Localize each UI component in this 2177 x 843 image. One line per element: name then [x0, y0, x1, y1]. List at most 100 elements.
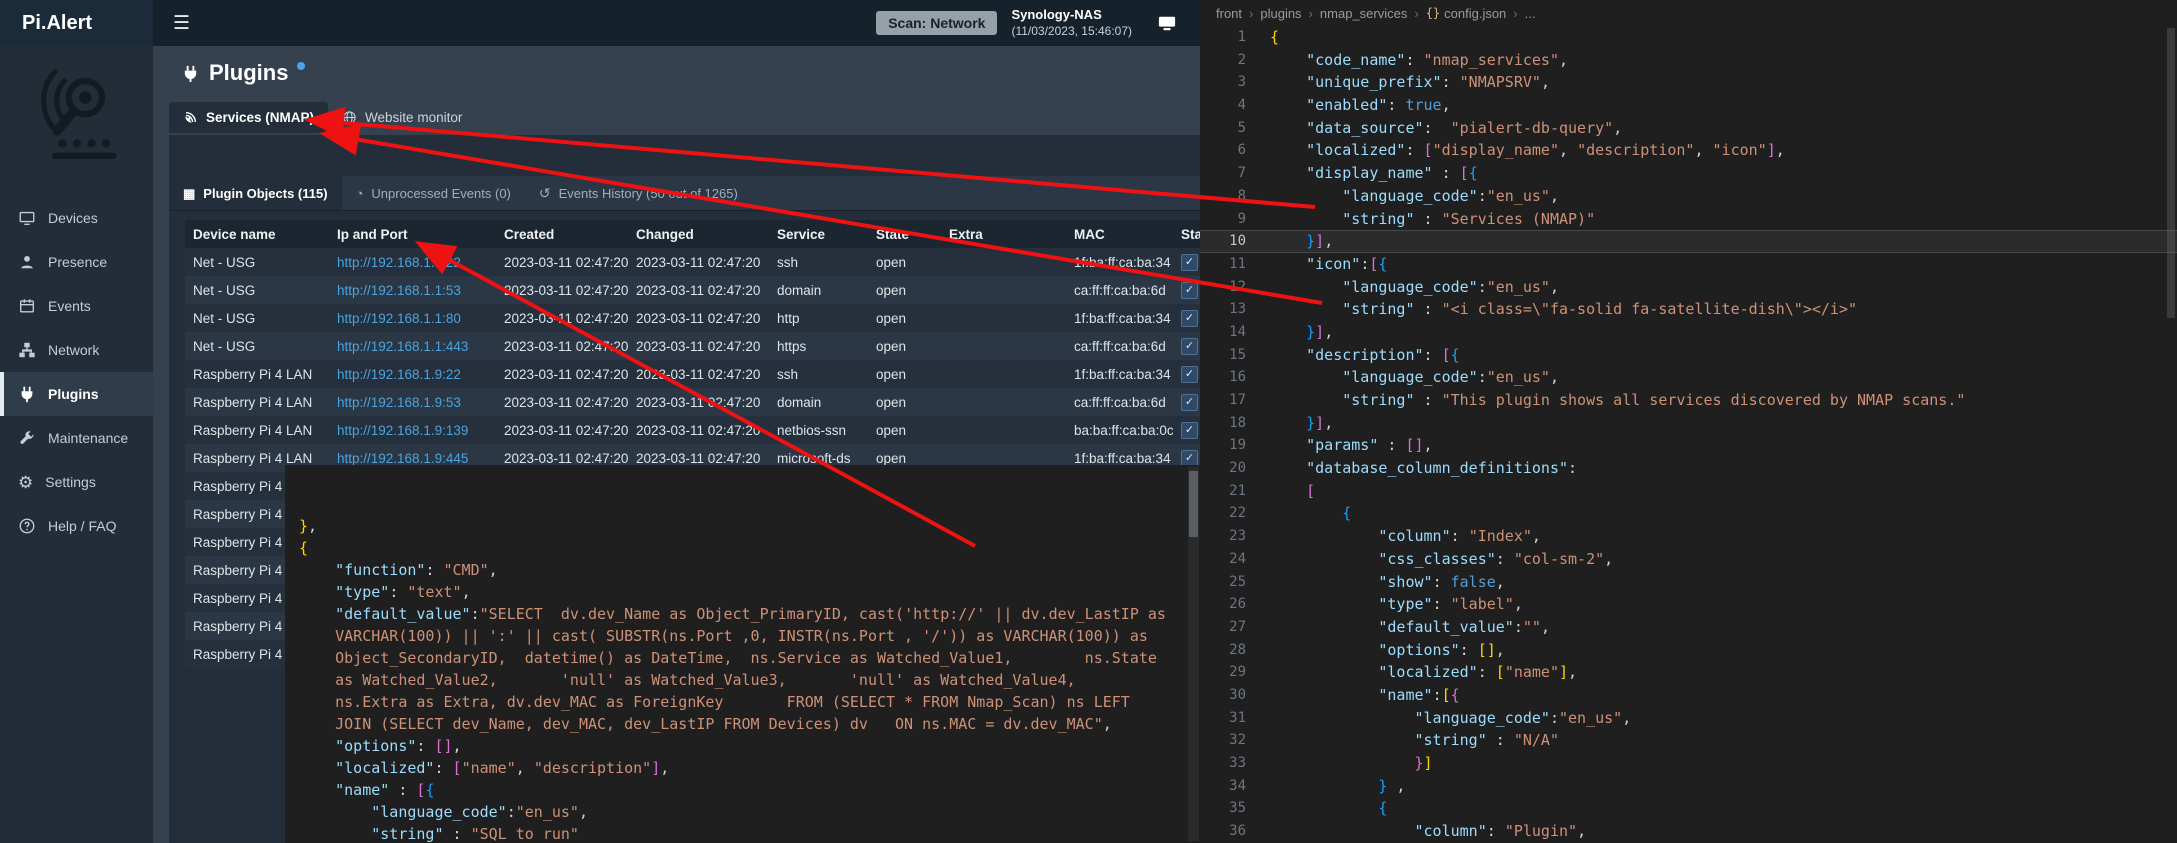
- status-cell: ✓: [1173, 338, 1200, 355]
- page-header: Plugins: [153, 46, 1200, 90]
- screen: { "topbar": { "brand": "Pi.Alert", "menu…: [0, 0, 2177, 843]
- line-content: "database_column_definitions":: [1258, 457, 2177, 480]
- table-row: Net - USG http://192.168.1.1:443 2023-03-1…: [185, 332, 1200, 360]
- breadcrumb-item[interactable]: ...: [1525, 6, 1536, 21]
- editor-line: 18 }],: [1200, 412, 2177, 435]
- ip-port-link[interactable]: http://192.168.1.1:80: [337, 311, 461, 326]
- breadcrumb-item[interactable]: nmap_services: [1320, 6, 1407, 21]
- created-cell: 2023-03-11 02:47:20: [496, 395, 628, 410]
- service-cell: netbios-ssn: [769, 423, 868, 438]
- breadcrumb-item[interactable]: plugins: [1260, 6, 1301, 21]
- editor-scrollbar-thumb[interactable]: [2167, 28, 2175, 318]
- subtab-events-history-50-out-of-1265[interactable]: ↺Events History (50 out of 1265): [525, 176, 752, 210]
- panel-scrollbar[interactable]: [1188, 467, 1199, 841]
- column-header[interactable]: Service: [769, 227, 868, 242]
- mac-cell: ca:ff:ff:ca:ba:6d: [1066, 339, 1173, 354]
- sql-config-panel[interactable]: },{ "function": "CMD", "type": "text", "…: [285, 465, 1200, 843]
- sidebar-item-label: Settings: [45, 474, 96, 490]
- panel-code-line: JOIN (SELECT dev_Name, dev_MAC, dev_Last…: [299, 713, 1186, 735]
- editor-line: 12 "language_code":"en_us",: [1200, 276, 2177, 299]
- column-header[interactable]: Status: [1173, 227, 1200, 242]
- mac-cell: ca:ff:ff:ca:ba:6d: [1066, 283, 1173, 298]
- column-header[interactable]: Ip and Port: [329, 227, 496, 242]
- column-header[interactable]: Extra: [941, 227, 1066, 242]
- row-checkbox[interactable]: ✓: [1181, 282, 1198, 299]
- column-header[interactable]: Device name: [185, 227, 329, 242]
- editor-line: 26 "type": "label",: [1200, 593, 2177, 616]
- changed-cell: 2023-03-11 02:47:20: [628, 339, 769, 354]
- line-content: "options": [],: [1258, 639, 2177, 662]
- ip-port-link[interactable]: http://192.168.1.9:22: [337, 367, 461, 382]
- table-row: Raspberry Pi 4 LANhttp://192.168.1.9:222…: [185, 360, 1200, 388]
- column-header[interactable]: Created: [496, 227, 628, 242]
- sidebar-item-events[interactable]: Events: [0, 284, 153, 328]
- device-name-cell: Net - USG: [185, 339, 329, 354]
- row-checkbox[interactable]: ✓: [1181, 338, 1198, 355]
- sidebar-item-maintenance[interactable]: Maintenance: [0, 416, 153, 460]
- panel-scrollbar-thumb[interactable]: [1189, 471, 1198, 537]
- editor-code-area[interactable]: 1{2 "code_name": "nmap_services",3 "uniq…: [1200, 26, 2177, 843]
- code-editor[interactable]: front›plugins›nmap_services›{}config.jso…: [1200, 0, 2177, 843]
- row-checkbox[interactable]: ✓: [1181, 366, 1198, 383]
- line-number: 20: [1200, 457, 1258, 480]
- status-cell: ✓: [1173, 282, 1200, 299]
- breadcrumb-separator: ›: [1414, 6, 1418, 21]
- sidebar-item-help-faq[interactable]: Help / FAQ: [0, 504, 153, 548]
- menu-toggle-icon[interactable]: ☰: [173, 12, 190, 35]
- line-content: "language_code":"en_us",: [1258, 185, 2177, 208]
- editor-line: 24 "css_classes": "col-sm-2",: [1200, 548, 2177, 571]
- maintenance-icon: [18, 429, 36, 447]
- host-info: Synology-NAS (11/03/2023, 15:46:07): [1011, 7, 1132, 39]
- device-name-cell: Raspberry Pi 4 LAN: [185, 451, 329, 466]
- line-content: }],: [1258, 412, 2177, 435]
- ip-port-cell: http://192.168.1.9:22: [329, 367, 496, 382]
- column-header[interactable]: MAC: [1066, 227, 1173, 242]
- editor-line: 7 "display_name" : [{: [1200, 162, 2177, 185]
- created-cell: 2023-03-11 02:47:20: [496, 311, 628, 326]
- subtab-unprocessed-events-0[interactable]: ◔Unprocessed Events (0): [342, 176, 525, 210]
- ip-port-link[interactable]: http://192.168.1.1:443: [337, 339, 468, 354]
- line-number: 10: [1200, 230, 1258, 253]
- subtab-plugin-objects-115[interactable]: ▦Plugin Objects (115): [169, 176, 342, 210]
- tab-services-nmap[interactable]: Services (NMAP): [169, 102, 328, 133]
- editor-line: 19 "params" : [],: [1200, 434, 2177, 457]
- sidebar-item-devices[interactable]: Devices: [0, 196, 153, 240]
- ip-port-link[interactable]: http://192.168.1.9:139: [337, 423, 468, 438]
- host-timestamp: (11/03/2023, 15:46:07): [1011, 24, 1132, 40]
- column-header[interactable]: State: [868, 227, 941, 242]
- editor-scrollbar[interactable]: [2165, 26, 2177, 843]
- state-cell: open: [868, 283, 941, 298]
- editor-line: 22 {: [1200, 502, 2177, 525]
- sidebar-item-settings[interactable]: ⚙Settings: [0, 460, 153, 504]
- row-checkbox[interactable]: ✓: [1181, 394, 1198, 411]
- breadcrumb-item[interactable]: front: [1216, 6, 1242, 21]
- row-checkbox[interactable]: ✓: [1181, 310, 1198, 327]
- row-checkbox[interactable]: ✓: [1181, 450, 1198, 467]
- breadcrumb-separator: ›: [1309, 6, 1313, 21]
- line-content: "unique_prefix": "NMAPSRV",: [1258, 71, 2177, 94]
- ip-port-link[interactable]: http://192.168.1.9:53: [337, 395, 461, 410]
- page-title: Plugins: [209, 60, 288, 86]
- line-number: 22: [1200, 502, 1258, 525]
- breadcrumb-item[interactable]: {}config.json: [1426, 6, 1507, 21]
- changed-cell: 2023-03-11 02:47:20: [628, 311, 769, 326]
- ip-port-link[interactable]: http://192.168.1.9:445: [337, 451, 468, 466]
- service-cell: ssh: [769, 255, 868, 270]
- table-row: Raspberry Pi 4 LANhttp://192.168.1.9:139…: [185, 416, 1200, 444]
- breadcrumb-label: plugins: [1260, 6, 1301, 21]
- sidebar-item-network[interactable]: Network: [0, 328, 153, 372]
- sidebar-item-plugins[interactable]: Plugins: [0, 372, 153, 416]
- row-checkbox[interactable]: ✓: [1181, 254, 1198, 271]
- ip-port-link[interactable]: http://192.168.1.1:22: [337, 255, 461, 270]
- breadcrumb: front›plugins›nmap_services›{}config.jso…: [1200, 0, 2177, 26]
- row-checkbox[interactable]: ✓: [1181, 422, 1198, 439]
- sidebar-item-presence[interactable]: Presence: [0, 240, 153, 284]
- line-number: 13: [1200, 298, 1258, 321]
- editor-line: 34 } ,: [1200, 775, 2177, 798]
- device-monitor-icon[interactable]: [1156, 14, 1178, 32]
- editor-line: 17 "string" : "This plugin shows all ser…: [1200, 389, 2177, 412]
- plugins-info-badge[interactable]: [297, 62, 305, 70]
- tab-website-monitor[interactable]: Website monitor: [328, 102, 476, 133]
- ip-port-link[interactable]: http://192.168.1.1:53: [337, 283, 461, 298]
- column-header[interactable]: Changed: [628, 227, 769, 242]
